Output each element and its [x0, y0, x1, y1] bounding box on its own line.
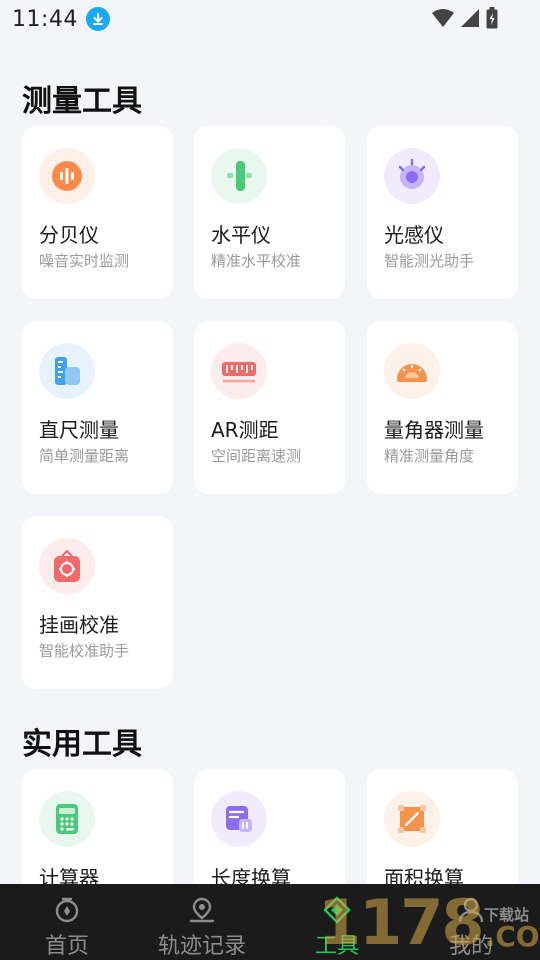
nav-item-home[interactable]: 首页 [36, 884, 98, 960]
tool-card-subtitle: 精准测量角度 [384, 447, 475, 465]
nav-label: 轨迹记录 [157, 934, 246, 959]
location-pin-icon [187, 896, 217, 924]
watermark-digits: 1178 [318, 886, 485, 959]
tool-card-title: 光感仪 [384, 223, 444, 247]
status-bar: 11:44 [0, 0, 540, 38]
tool-card-subtitle: 智能校准助手 [39, 642, 130, 660]
section-title-utility: 实用工具 [22, 727, 142, 762]
tool-card-title: AR测距 [211, 418, 279, 442]
tool-card-title: 分贝仪 [39, 223, 99, 247]
signal-icon [460, 8, 480, 32]
tool-card-subtitle: 简单测量距离 [39, 447, 130, 465]
download-icon [85, 7, 110, 31]
tool-card-title: 直尺测量 [39, 418, 119, 442]
watermark-com: .COM [484, 920, 540, 953]
tool-card-decibel[interactable]: 分贝仪 噪音实时监测 [22, 126, 173, 299]
battery-icon [486, 7, 498, 33]
tool-card-ruler[interactable]: 直尺测量 简单测量距离 [22, 321, 173, 494]
ruler-icon [39, 343, 95, 399]
area-convert-icon [384, 791, 440, 847]
calculator-icon [39, 791, 95, 847]
picture-align-icon [39, 538, 95, 594]
tool-card-level[interactable]: 水平仪 精准水平校准 [194, 126, 345, 299]
tool-card-ar-distance[interactable]: AR测距 空间距离速测 [194, 321, 345, 494]
tool-card-subtitle: 噪音实时监测 [39, 252, 130, 270]
tool-card-subtitle: 精准水平校准 [211, 252, 302, 270]
watermark-site: 下载站 [484, 906, 530, 924]
tool-card-protractor[interactable]: 量角器测量 精准测量角度 [367, 321, 518, 494]
length-convert-icon [211, 791, 267, 847]
watermark-logo: 1178 .COM 下载站 [318, 892, 540, 954]
level-icon [211, 148, 267, 204]
section-title-measure: 测量工具 [22, 84, 142, 119]
decibel-icon [39, 148, 95, 204]
tool-card-title: 水平仪 [211, 223, 271, 247]
tool-card-light-sensor[interactable]: 光感仪 智能测光助手 [367, 126, 518, 299]
tool-card-subtitle: 智能测光助手 [384, 252, 475, 270]
tool-card-title: 挂画校准 [39, 613, 119, 637]
protractor-icon [384, 343, 440, 399]
nav-label: 首页 [44, 934, 89, 959]
light-sensor-icon [384, 148, 440, 204]
home-icon [52, 896, 82, 924]
ar-distance-icon [211, 343, 267, 399]
tool-card-picture-align[interactable]: 挂画校准 智能校准助手 [22, 516, 173, 689]
tool-card-title: 量角器测量 [384, 418, 484, 442]
status-time: 11:44 [12, 6, 78, 32]
wifi-icon [432, 8, 454, 32]
tool-card-subtitle: 空间距离速测 [211, 447, 302, 465]
nav-item-track[interactable]: 轨迹记录 [150, 884, 254, 960]
